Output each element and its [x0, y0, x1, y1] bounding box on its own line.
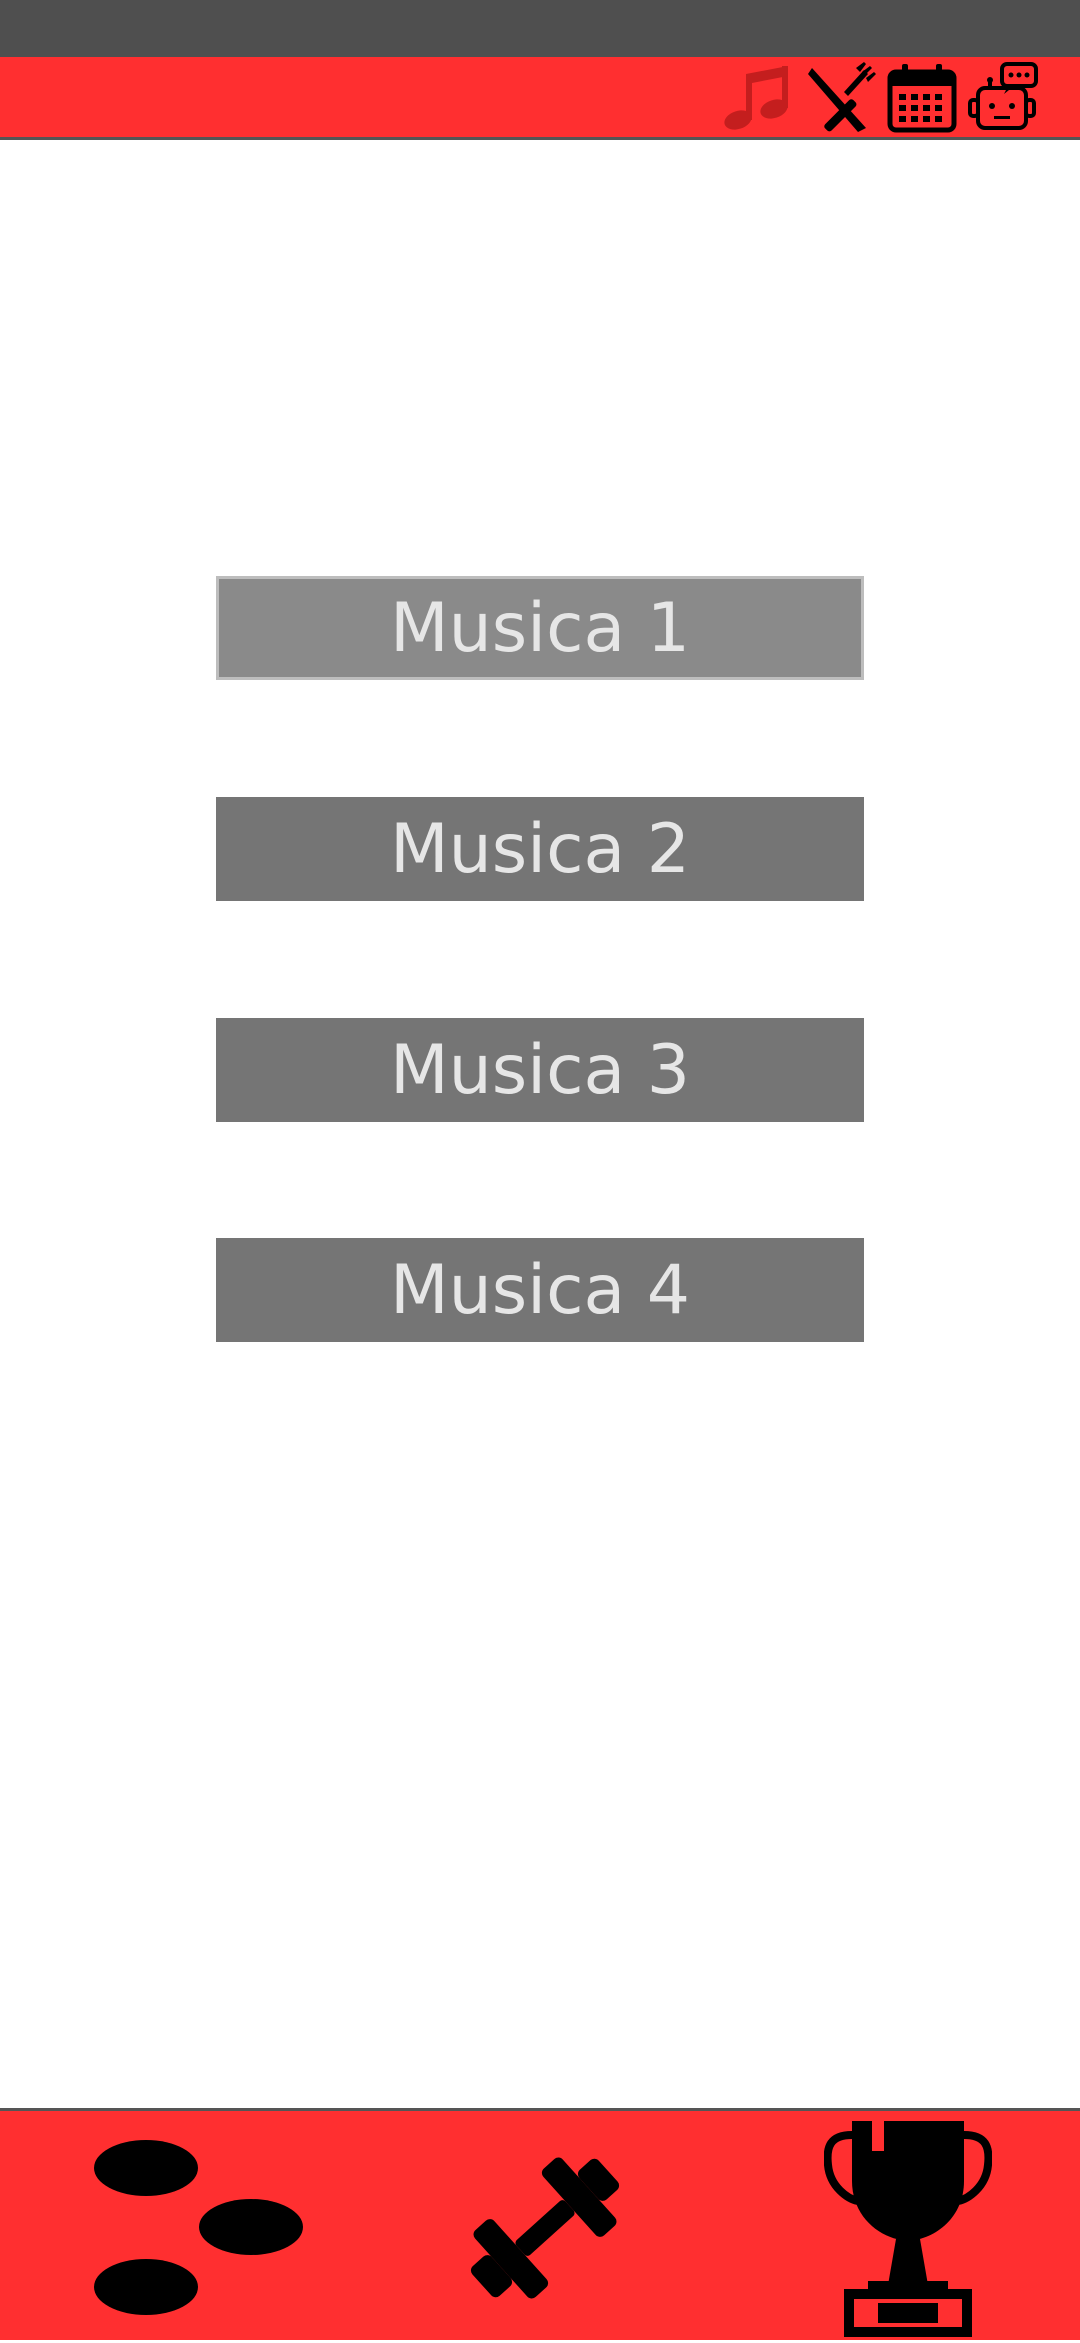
utensils-icon[interactable]: [804, 62, 876, 134]
status-bar: [0, 0, 1080, 57]
music-list: Musica 1 Musica 2 Musica 3 Musica 4: [0, 140, 1080, 2108]
calendar-icon[interactable]: [886, 62, 958, 134]
chat-robot-icon[interactable]: [968, 62, 1040, 134]
bottom-navigation: [0, 2108, 1080, 2340]
footsteps-icon: [94, 2140, 303, 2315]
musica-1-button[interactable]: Musica 1: [216, 576, 864, 680]
nav-dumbbell[interactable]: [360, 2111, 720, 2343]
music-note-icon[interactable]: [722, 62, 794, 134]
dumbbell-icon: [470, 2157, 620, 2299]
top-app-bar: [0, 57, 1080, 140]
nav-trophy[interactable]: [720, 2111, 1080, 2343]
trophy-icon: [824, 2121, 992, 2337]
musica-2-button[interactable]: Musica 2: [216, 797, 864, 901]
musica-4-button[interactable]: Musica 4: [216, 1238, 864, 1342]
nav-footsteps[interactable]: [0, 2111, 360, 2343]
musica-3-button[interactable]: Musica 3: [216, 1018, 864, 1122]
